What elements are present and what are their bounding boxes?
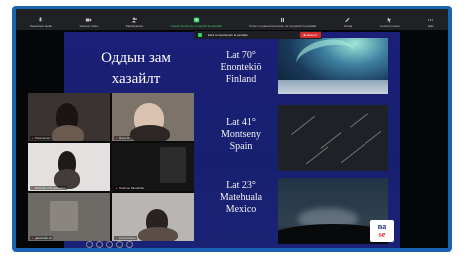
- place-label: Matehuala: [219, 192, 263, 203]
- pencil-icon: [345, 17, 351, 23]
- mic-muted-icon: ▲: [115, 136, 118, 140]
- participants-label: Participantes: [125, 24, 144, 28]
- participant-video: [50, 201, 78, 231]
- location-mexico: Lat 23° Matehuala Mexico: [206, 180, 276, 216]
- microphone-icon: [38, 17, 43, 22]
- location-spain: Lat 41° Montseny Spain: [206, 117, 276, 153]
- meeting-toolbar: Desactivar audio Detener video Participa…: [16, 9, 448, 30]
- screen-share-banner: Está compartiendo la pantalla ■ Detener: [194, 31, 322, 39]
- star-trail: [305, 146, 329, 165]
- annotate-button[interactable]: Anotar: [343, 9, 353, 30]
- participant-video: [138, 227, 178, 241]
- country-label: Mexico: [225, 204, 257, 215]
- pause-share-label: Poner en pausa la función de compartir l…: [249, 24, 317, 28]
- video-tile[interactable]: ▲Purevsuren: [28, 93, 110, 141]
- nase-logo: na se: [370, 220, 394, 242]
- annotation-tool-icon[interactable]: [86, 241, 93, 248]
- video-tile[interactable]: ▲enkh-erdene: [112, 193, 194, 241]
- stop-video-button[interactable]: Detener video: [79, 9, 99, 30]
- pause-icon: [281, 17, 285, 23]
- remote-control-button[interactable]: Control remoto: [380, 9, 400, 30]
- aurora-photo: [278, 34, 388, 94]
- star-trails-photo: [278, 105, 388, 171]
- place-label: Montseny: [221, 129, 261, 140]
- country-label: Finland: [225, 74, 257, 85]
- participant-name: ▲enkh-erdene: [114, 236, 137, 240]
- participant-video: [52, 125, 84, 141]
- annotation-tool-icon[interactable]: [116, 241, 123, 248]
- more-label: Más: [427, 24, 434, 28]
- logo-text-bottom: se: [378, 230, 386, 239]
- star-trail: [364, 130, 382, 145]
- video-camera-icon: [86, 18, 92, 22]
- star-trail: [320, 132, 342, 149]
- participants-icon: [131, 17, 137, 23]
- latitude-label: Lat 70°: [226, 50, 256, 61]
- pause-share-button[interactable]: Poner en pausa la función de compartir l…: [249, 9, 316, 30]
- participant-name-text: Purevsuren: [34, 136, 51, 140]
- annotation-toolbar: [86, 241, 133, 248]
- annotation-tool-icon[interactable]: [126, 241, 133, 248]
- participant-name-text: enkh-erdene: [118, 236, 136, 240]
- slide-title: Оддын зам хазайлт: [101, 50, 171, 87]
- participant-name-text: Rosa M.: [118, 136, 131, 140]
- participant-name-text: galsubadi (2): [34, 236, 53, 240]
- annotation-tool-icon[interactable]: [106, 241, 113, 248]
- video-gallery: ▲Purevsuren ▲Rosa M. ▲Enkhbat Chimedregz…: [28, 93, 194, 241]
- participant-video: [130, 125, 170, 141]
- more-icon: [428, 19, 434, 21]
- mic-muted-icon: ▲: [115, 186, 118, 190]
- participant-name: ▲Tsolmon Munkhbat: [114, 186, 146, 190]
- video-tile[interactable]: ▲galsubadi (2): [28, 193, 110, 241]
- annotate-label: Anotar: [343, 24, 353, 28]
- stop-share-button[interactable]: ■ Detener: [299, 32, 321, 38]
- latitude-label: Lat 23°: [226, 180, 256, 191]
- mute-audio-button[interactable]: Desactivar audio: [30, 9, 52, 30]
- participant-name: ▲galsubadi (2): [30, 236, 54, 240]
- mic-muted-icon: ▲: [31, 186, 34, 190]
- mute-audio-label: Desactivar audio: [29, 24, 53, 28]
- zoom-window: Desactivar audio Detener video Participa…: [16, 9, 448, 248]
- more-button[interactable]: Más: [427, 9, 434, 30]
- star-trail: [290, 115, 316, 136]
- participant-name-text: Enkhbat Chimedregzen: [34, 186, 67, 190]
- participants-button[interactable]: Participantes: [126, 9, 143, 30]
- participant-name: ▲Purevsuren: [30, 136, 52, 140]
- participant-name: ▲Rosa M.: [114, 136, 132, 140]
- new-share-label: Nueva función de compartir la pantalla: [170, 24, 222, 28]
- place-label: Enontekiö: [220, 62, 262, 73]
- snow-ground: [278, 80, 388, 94]
- aurora-shape: [292, 34, 360, 82]
- remote-control-label: Control remoto: [379, 24, 400, 28]
- video-tile[interactable]: ▲Enkhbat Chimedregzen: [28, 143, 110, 191]
- new-share-button[interactable]: Nueva función de compartir la pantalla: [171, 9, 222, 30]
- stop-video-label: Detener video: [79, 24, 99, 28]
- share-screen-icon: [193, 17, 199, 23]
- remote-control-icon: [387, 17, 392, 23]
- share-status-text: Está compartiendo la pantalla: [208, 33, 248, 37]
- star-trail: [340, 143, 366, 164]
- star-trail: [350, 113, 368, 128]
- video-tile[interactable]: ▲Rosa M.: [112, 93, 194, 141]
- sharing-indicator-icon: [198, 33, 202, 37]
- mic-muted-icon: ▲: [31, 236, 34, 240]
- latitude-label: Lat 41°: [226, 117, 256, 128]
- country-label: Spain: [229, 141, 253, 152]
- video-tile[interactable]: ▲Tsolmon Munkhbat: [112, 143, 194, 191]
- participant-video: [160, 147, 186, 183]
- mic-muted-icon: ▲: [31, 136, 34, 140]
- location-finland: Lat 70° Enontekiö Finland: [206, 50, 276, 86]
- participant-name-text: Tsolmon Munkhbat: [118, 186, 145, 190]
- mic-muted-icon: ▲: [115, 236, 118, 240]
- participant-name: ▲Enkhbat Chimedregzen: [30, 186, 68, 190]
- annotation-tool-icon[interactable]: [96, 241, 103, 248]
